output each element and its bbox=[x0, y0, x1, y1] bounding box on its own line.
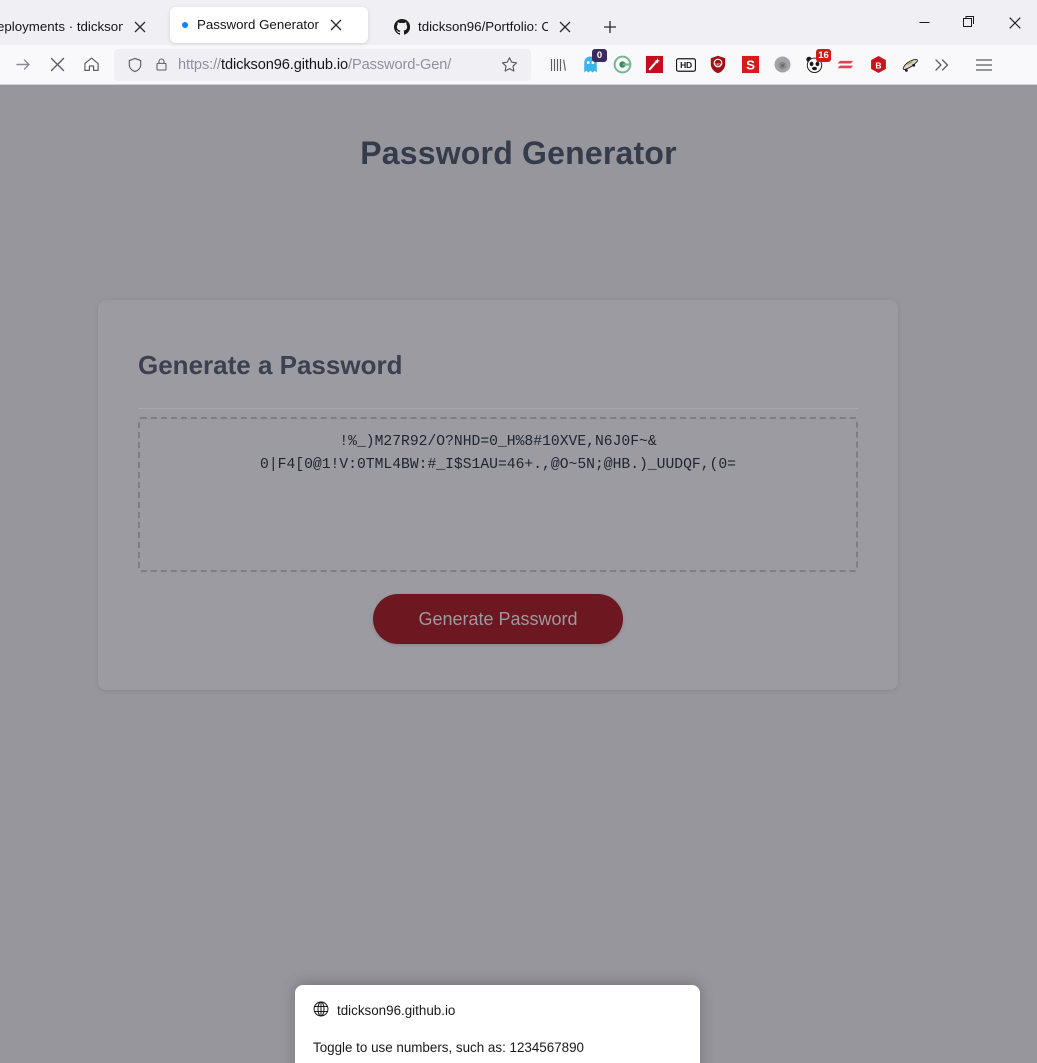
divider bbox=[138, 408, 858, 409]
bitwarden-extension-icon[interactable]: B bbox=[863, 50, 893, 80]
password-line: 0|F4[0@1!V:0TML4BW:#_I$S1AU=46+.,@O~5N;@… bbox=[260, 457, 736, 473]
extension-badge: 16 bbox=[816, 48, 831, 62]
svg-text:B: B bbox=[875, 60, 881, 70]
padlock-icon[interactable] bbox=[148, 52, 174, 78]
globe-icon bbox=[313, 1001, 329, 1020]
extension-tray: 0 HD uo S 16 B bbox=[543, 48, 1031, 80]
dialog-origin-row: tdickson96.github.io bbox=[313, 1001, 682, 1020]
shield-icon[interactable] bbox=[122, 52, 148, 78]
tab-title: Password Generator bbox=[197, 17, 319, 32]
app-menu-icon[interactable] bbox=[969, 50, 999, 80]
url-text[interactable]: https://tdickson96.github.io/Password-Ge… bbox=[178, 57, 495, 73]
forward-button[interactable] bbox=[6, 49, 40, 81]
ghostery-extension-icon[interactable]: 0 bbox=[575, 48, 607, 80]
ublock-origin-extension-icon[interactable]: uo bbox=[703, 50, 733, 80]
privacy-badger-extension-icon[interactable] bbox=[607, 50, 637, 80]
page-viewport: Password Generator Generate a Password !… bbox=[0, 85, 1037, 1063]
address-bar[interactable]: https://tdickson96.github.io/Password-Ge… bbox=[114, 48, 531, 81]
dialog-origin: tdickson96.github.io bbox=[337, 1003, 456, 1018]
dialog-message: Toggle to use numbers, such as: 12345678… bbox=[313, 1040, 584, 1055]
password-line: !%_)M27R92/O?NHD=0_H%8#10XVE,N6J0F~& bbox=[339, 434, 657, 450]
tab-loading-dot-icon bbox=[182, 22, 188, 28]
magic-wand-extension-icon[interactable] bbox=[639, 50, 669, 80]
tab-close-icon[interactable] bbox=[554, 16, 576, 38]
github-icon bbox=[394, 18, 411, 35]
new-tab-button[interactable] bbox=[596, 13, 624, 41]
page-title: Password Generator bbox=[360, 135, 677, 171]
tab-close-icon[interactable] bbox=[325, 14, 347, 36]
overflow-chevrons-icon[interactable] bbox=[927, 50, 957, 80]
grey-gear-extension-icon[interactable] bbox=[767, 50, 797, 80]
sponsorblock-extension-icon[interactable]: S bbox=[735, 50, 765, 80]
browser-tab[interactable]: tdickson96/Portfolio: Coding pr bbox=[382, 8, 582, 45]
card-heading: Generate a Password bbox=[138, 350, 403, 380]
red-stack-extension-icon[interactable] bbox=[831, 50, 861, 80]
close-window-button[interactable] bbox=[992, 3, 1037, 43]
tab-title: tdickson96/Portfolio: Coding pr bbox=[418, 18, 548, 34]
library-icon[interactable] bbox=[543, 50, 573, 80]
svg-text:uo: uo bbox=[715, 62, 721, 67]
tab-close-icon[interactable] bbox=[129, 16, 151, 38]
browser-prompt-dialog: tdickson96.github.io Toggle to use numbe… bbox=[295, 985, 700, 1063]
password-generator-card: Generate a Password !%_)M27R92/O?NHD=0_H… bbox=[98, 300, 898, 690]
home-button[interactable] bbox=[74, 49, 108, 81]
skate-extension-icon[interactable] bbox=[895, 50, 925, 80]
navigation-toolbar: https://tdickson96.github.io/Password-Ge… bbox=[0, 45, 1037, 85]
stop-loading-button[interactable] bbox=[40, 49, 74, 81]
svg-text:S: S bbox=[746, 58, 755, 73]
maximize-button[interactable] bbox=[947, 3, 992, 43]
star-outline-icon[interactable] bbox=[495, 51, 523, 79]
panda-extension-icon[interactable]: 16 bbox=[799, 48, 831, 80]
generate-password-button[interactable]: Generate Password bbox=[373, 594, 623, 644]
browser-chrome: eployments · tdickson96/Passw Password G… bbox=[0, 0, 1037, 85]
browser-tab[interactable]: eployments · tdickson96/Passw bbox=[0, 8, 157, 45]
extension-badge: 0 bbox=[592, 48, 607, 62]
hd-video-extension-icon[interactable]: HD bbox=[671, 50, 701, 80]
password-output[interactable]: !%_)M27R92/O?NHD=0_H%8#10XVE,N6J0F~& 0|F… bbox=[138, 417, 858, 572]
window-controls bbox=[902, 0, 1037, 45]
hd-label: HD bbox=[680, 59, 692, 70]
tab-strip: eployments · tdickson96/Passw Password G… bbox=[0, 0, 1037, 45]
browser-tab-active[interactable]: Password Generator bbox=[170, 7, 368, 43]
minimize-button[interactable] bbox=[902, 3, 947, 43]
tab-title: eployments · tdickson96/Passw bbox=[0, 18, 123, 34]
